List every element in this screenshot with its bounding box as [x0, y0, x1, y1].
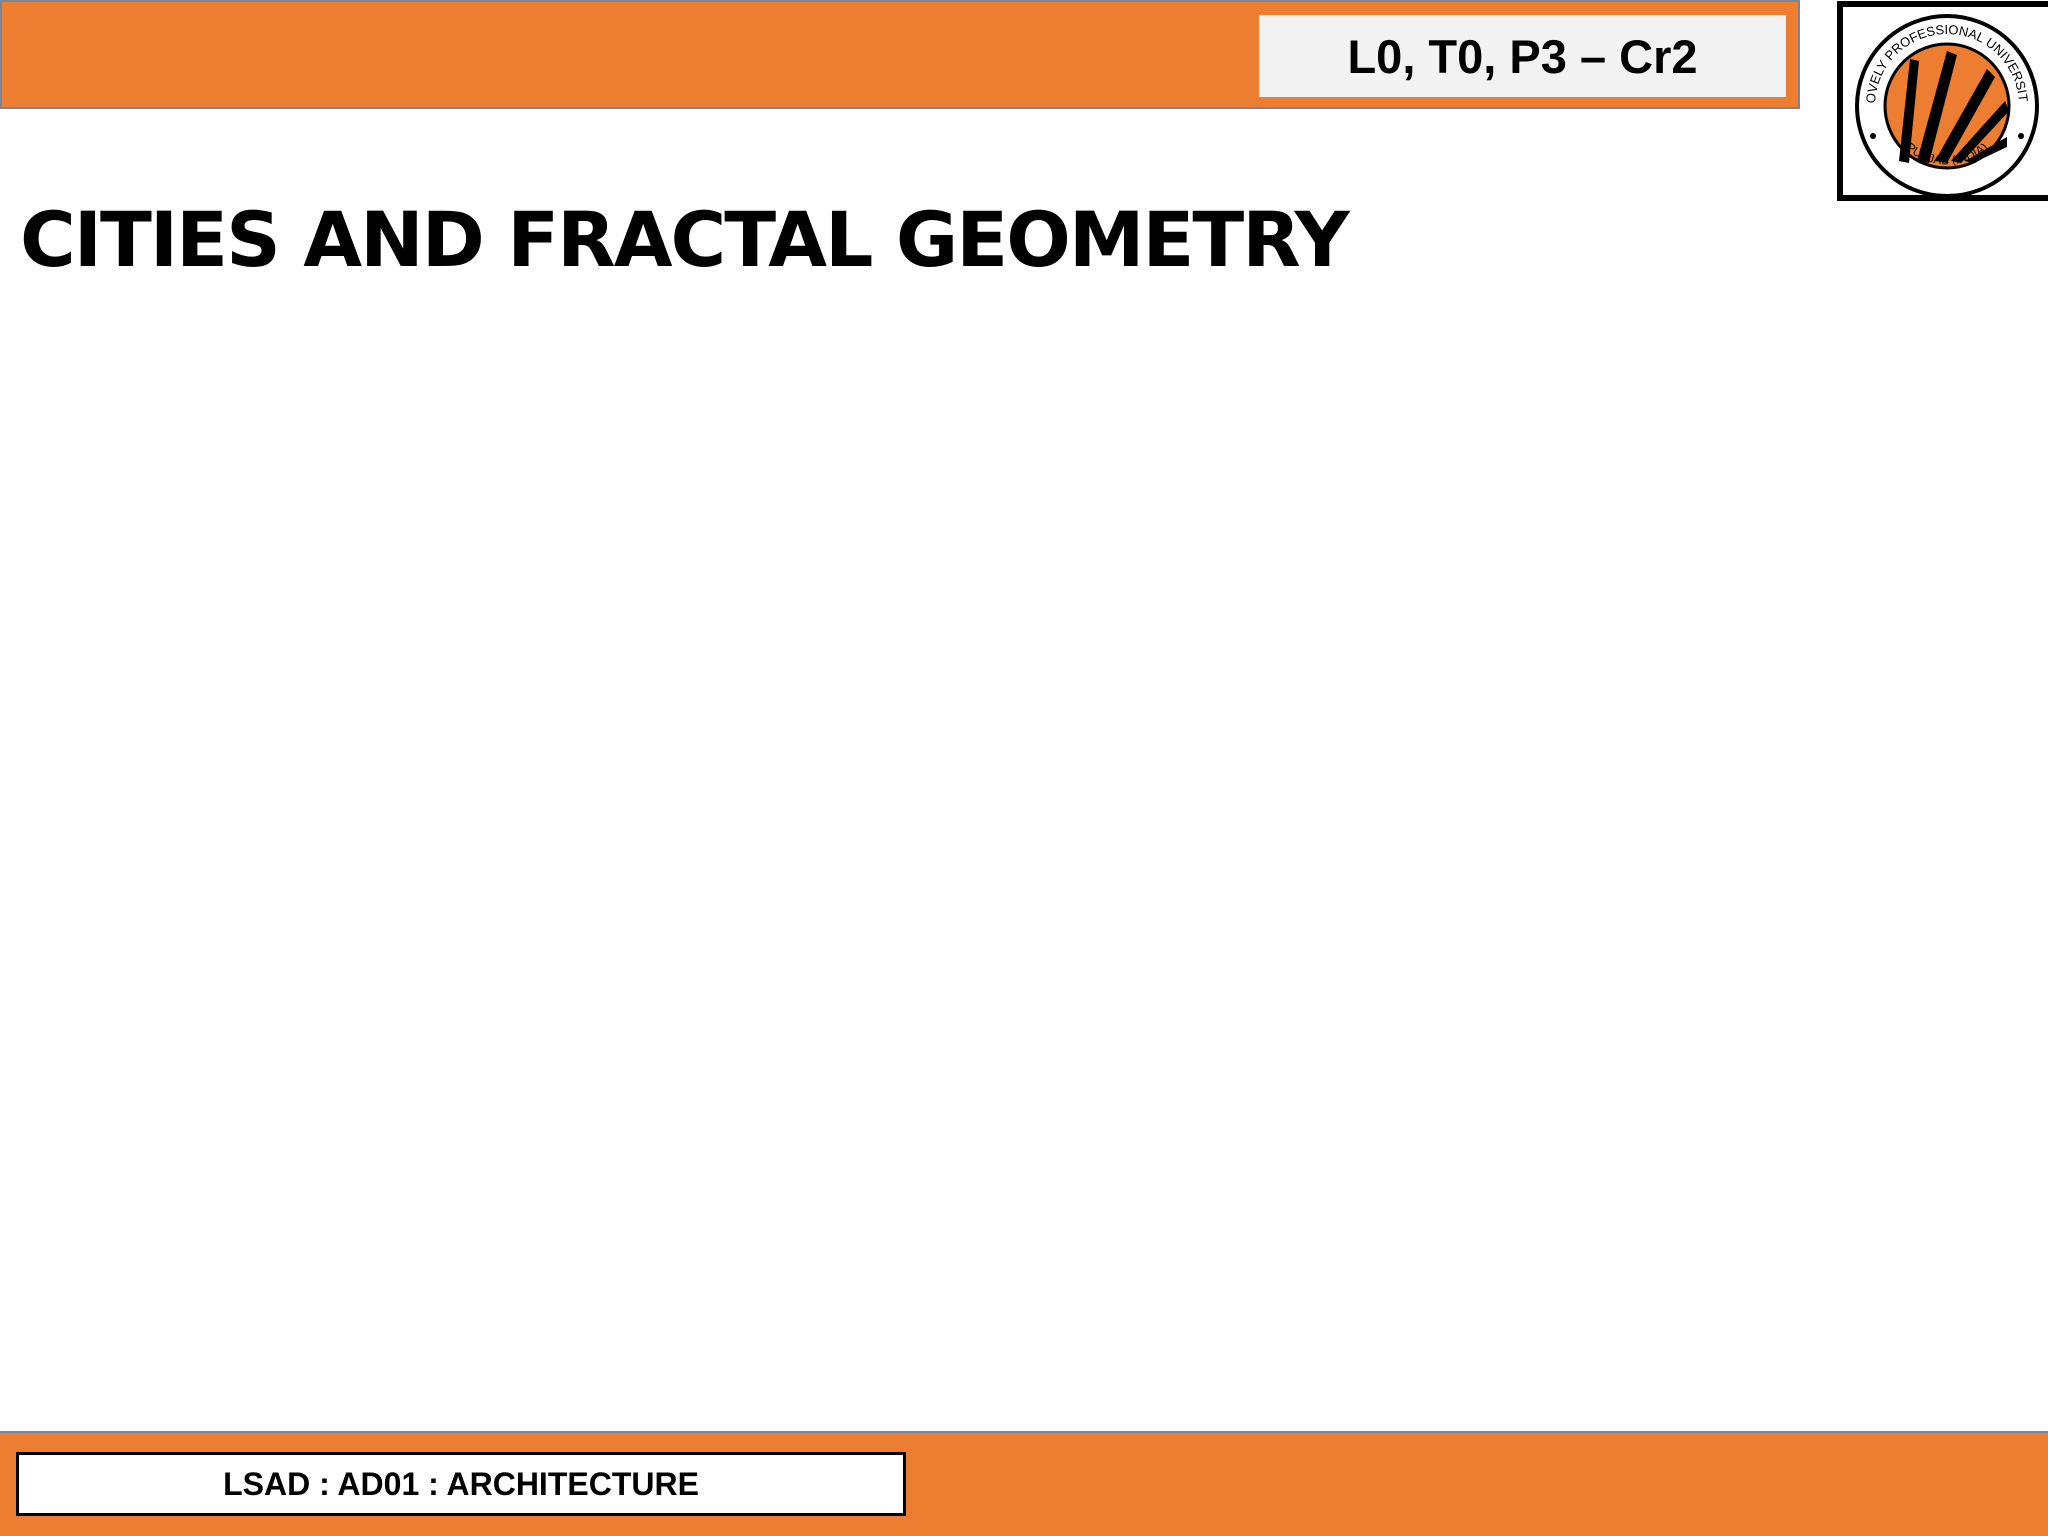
slide-title: CITIES AND FRACTAL GEOMETRY: [20, 195, 1350, 284]
university-seal-icon: LOVELY PROFESSIONAL UNIVERSITY PUNJAB (I…: [1847, 11, 2039, 198]
university-logo: LOVELY PROFESSIONAL UNIVERSITY PUNJAB (I…: [1837, 1, 2048, 201]
credits-label: L0, T0, P3 – Cr2: [1259, 15, 1786, 97]
slide: L0, T0, P3 – Cr2 LOVELY PROFESSIONAL UNI…: [0, 0, 2048, 1536]
course-label: LSAD : AD01 : ARCHITECTURE: [16, 1452, 906, 1516]
